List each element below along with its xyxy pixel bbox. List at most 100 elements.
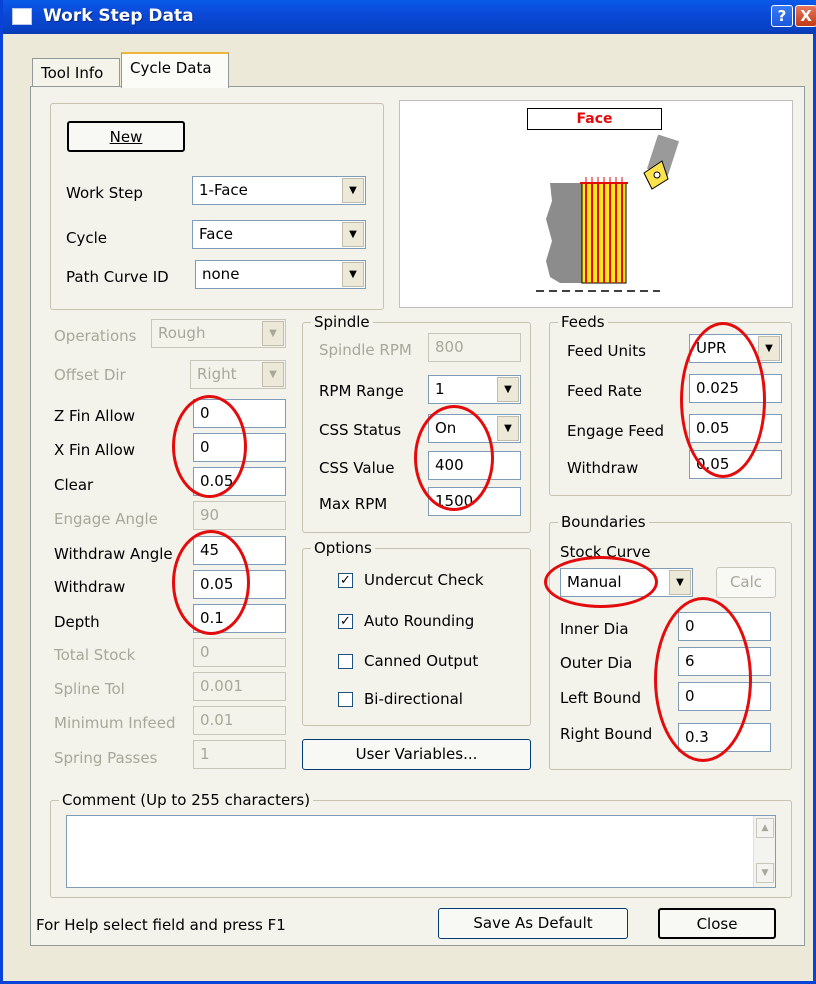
outer-dia-input[interactable]: 6 <box>678 647 771 676</box>
max-rpm-label: Max RPM <box>319 495 388 513</box>
withdraw-angle-input[interactable]: 45 <box>193 536 286 565</box>
help-button[interactable]: ? <box>771 5 793 27</box>
scroll-up-icon[interactable]: ▲ <box>756 818 774 838</box>
engage-angle-input: 90 <box>193 501 286 530</box>
bi-directional-label[interactable]: Bi-directional <box>364 690 463 708</box>
depth-input[interactable]: 0.1 <box>193 604 286 633</box>
canned-output-label[interactable]: Canned Output <box>364 652 478 670</box>
left-bound-input[interactable]: 0 <box>678 682 771 711</box>
rpm-range-value: 1 <box>435 380 445 398</box>
z-fin-allow-label: Z Fin Allow <box>54 407 136 425</box>
close-button[interactable]: Close <box>658 908 776 939</box>
window-title: Work Step Data <box>43 6 194 26</box>
user-variables-button[interactable]: User Variables... <box>302 739 531 770</box>
offset-dir-label: Offset Dir <box>54 366 126 384</box>
feed-rate-label: Feed Rate <box>567 382 642 400</box>
bi-directional-checkbox[interactable] <box>338 692 353 707</box>
chevron-down-icon: ▼ <box>262 362 284 387</box>
chevron-down-icon: ▼ <box>262 321 284 346</box>
work-step-select[interactable]: 1-Face ▼ <box>192 176 366 205</box>
feed-withdraw-label: Withdraw <box>567 459 639 477</box>
path-curve-label: Path Curve ID <box>66 268 169 286</box>
chevron-down-icon[interactable]: ▼ <box>342 262 364 287</box>
css-value-input[interactable]: 400 <box>428 451 521 480</box>
chevron-down-icon[interactable]: ▼ <box>669 570 691 595</box>
spline-tol-label: Spline Tol <box>54 680 125 698</box>
x-fin-allow-input[interactable]: 0 <box>193 433 286 462</box>
help-status-text: For Help select field and press F1 <box>36 916 286 934</box>
engage-feed-label: Engage Feed <box>567 422 665 440</box>
face-cycle-illustration <box>536 134 680 292</box>
engage-angle-label: Engage Angle <box>54 510 158 528</box>
feeds-group-title: Feeds <box>558 313 608 331</box>
stock-curve-label: Stock Curve <box>560 543 651 561</box>
feed-units-select[interactable]: UPR ▼ <box>689 334 782 363</box>
operations-value: Rough <box>158 324 206 342</box>
chevron-down-icon[interactable]: ▼ <box>342 222 364 247</box>
cycle-preview: Face <box>399 100 793 308</box>
boundaries-group-title: Boundaries <box>558 513 649 531</box>
spindle-rpm-label: Spindle RPM <box>319 341 412 359</box>
window-close-button[interactable]: X <box>795 5 816 27</box>
cycle-select[interactable]: Face ▼ <box>192 220 366 249</box>
spindle-group-title: Spindle <box>311 313 373 331</box>
path-curve-select[interactable]: none ▼ <box>195 260 366 289</box>
max-rpm-input[interactable]: 1500 <box>428 487 521 516</box>
total-stock-input: 0 <box>193 638 286 667</box>
spindle-rpm-input: 800 <box>428 333 521 362</box>
calc-button: Calc <box>716 567 776 598</box>
left-bound-label: Left Bound <box>560 689 641 707</box>
feed-units-label: Feed Units <box>567 342 646 360</box>
auto-rounding-label[interactable]: Auto Rounding <box>364 612 474 630</box>
chevron-down-icon[interactable]: ▼ <box>497 377 519 402</box>
undercut-check-checkbox[interactable]: ✓ <box>338 573 353 588</box>
scroll-down-icon[interactable]: ▼ <box>756 863 774 883</box>
inner-dia-input[interactable]: 0 <box>678 612 771 641</box>
engage-feed-input[interactable]: 0.05 <box>689 414 782 443</box>
new-button[interactable]: New <box>67 121 185 152</box>
cycle-value: Face <box>199 225 233 243</box>
x-fin-allow-label: X Fin Allow <box>54 441 136 459</box>
window-icon <box>12 8 32 25</box>
save-as-default-button[interactable]: Save As Default <box>438 908 628 939</box>
chevron-down-icon[interactable]: ▼ <box>342 178 364 203</box>
spline-tol-input: 0.001 <box>193 672 286 701</box>
work-step-value: 1-Face <box>199 181 248 199</box>
offset-dir-select: Right ▼ <box>190 360 286 389</box>
css-status-value: On <box>435 419 457 437</box>
inner-dia-label: Inner Dia <box>560 620 629 638</box>
feed-units-value: UPR <box>696 339 727 357</box>
comment-group-title: Comment (Up to 255 characters) <box>59 791 314 809</box>
feed-rate-input[interactable]: 0.025 <box>689 374 782 403</box>
comment-scrollbar[interactable]: ▲ ▼ <box>753 816 775 887</box>
comment-textarea[interactable] <box>66 815 776 888</box>
operations-label: Operations <box>54 327 137 345</box>
stock-curve-value: Manual <box>567 573 622 591</box>
undercut-check-label[interactable]: Undercut Check <box>364 571 484 589</box>
feed-withdraw-input[interactable]: 0.05 <box>689 450 782 479</box>
stock-curve-select[interactable]: Manual ▼ <box>560 568 693 597</box>
chevron-down-icon[interactable]: ▼ <box>758 336 780 361</box>
clear-input[interactable]: 0.05 <box>193 467 286 496</box>
spring-passes-input: 1 <box>193 740 286 769</box>
canned-output-checkbox[interactable] <box>338 654 353 669</box>
css-value-label: CSS Value <box>319 459 395 477</box>
depth-label: Depth <box>54 613 100 631</box>
right-bound-input[interactable]: 0.3 <box>678 723 771 752</box>
clear-label: Clear <box>54 476 94 494</box>
title-bar[interactable]: Work Step Data ? X <box>3 0 816 34</box>
auto-rounding-checkbox[interactable]: ✓ <box>338 614 353 629</box>
operations-select: Rough ▼ <box>151 319 286 348</box>
css-status-select[interactable]: On ▼ <box>428 414 521 443</box>
withdraw-input[interactable]: 0.05 <box>193 570 286 599</box>
rpm-range-select[interactable]: 1 ▼ <box>428 375 521 404</box>
work-step-label: Work Step <box>66 184 143 202</box>
dialog-window: Work Step Data ? X Tool Info Cycle Data … <box>0 0 816 984</box>
chevron-down-icon[interactable]: ▼ <box>497 416 519 441</box>
withdraw-angle-label: Withdraw Angle <box>54 545 173 563</box>
tab-cycle-data[interactable]: Cycle Data <box>121 52 229 88</box>
options-group-title: Options <box>311 539 375 557</box>
right-bound-label: Right Bound <box>560 725 653 743</box>
z-fin-allow-input[interactable]: 0 <box>193 399 286 428</box>
tab-tool-info[interactable]: Tool Info <box>32 58 120 87</box>
